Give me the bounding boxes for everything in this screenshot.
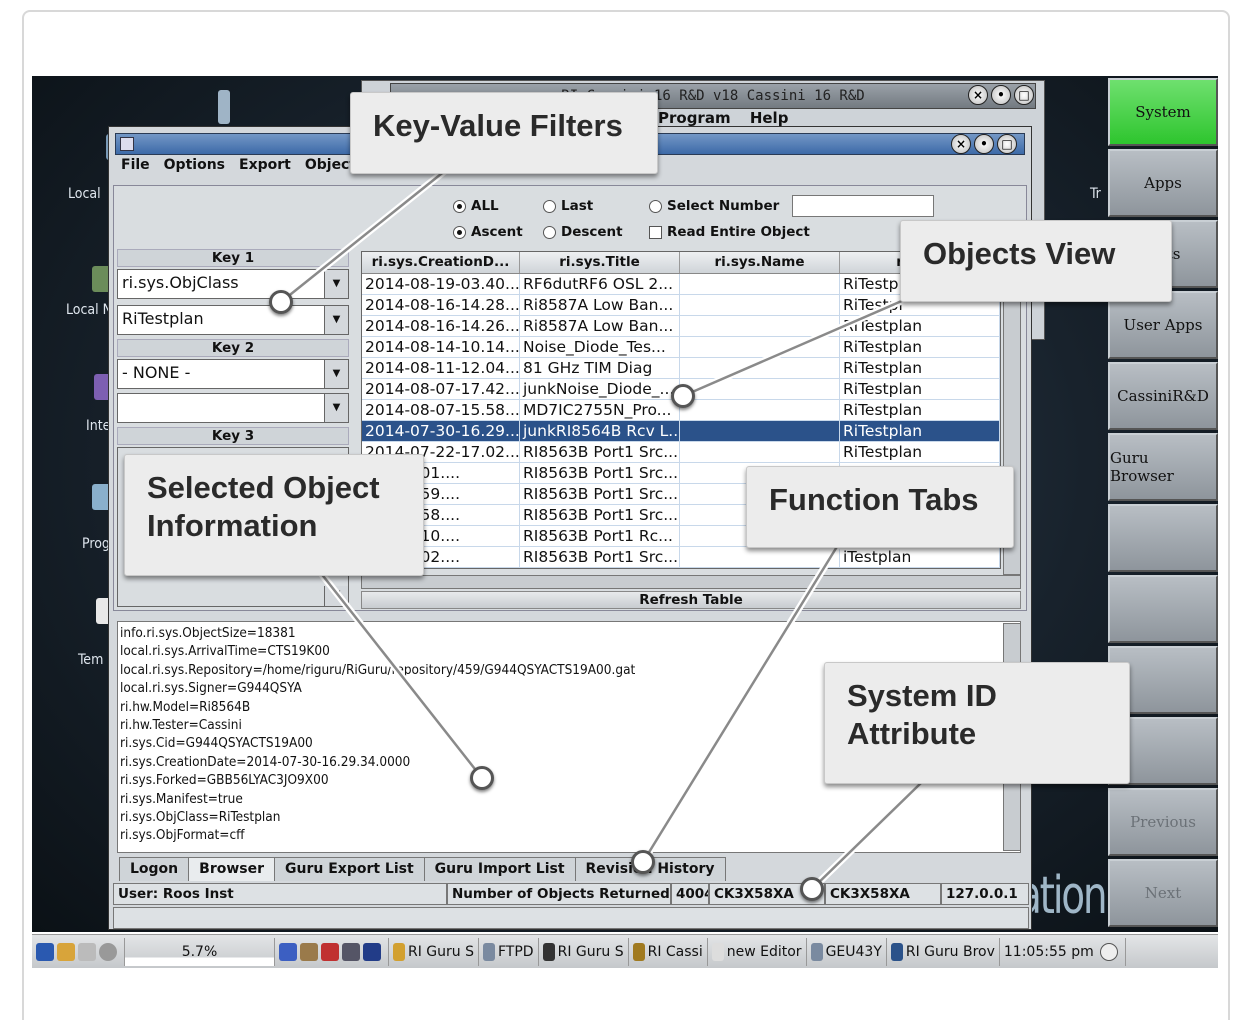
callout-function-tabs: Function Tabs (746, 466, 1014, 548)
callout-pin-system-id (800, 877, 824, 901)
callout-pin-key-value (269, 290, 293, 314)
callout-pin-selected-info (470, 766, 494, 790)
callout-key-value-filters: Key-Value Filters (350, 92, 658, 174)
callout-pin-objects-view (671, 384, 695, 408)
callout-selected-object-information: Selected Object Information (124, 454, 424, 576)
callout-system-id-attribute: System ID Attribute (824, 662, 1130, 784)
callout-pin-function-tabs (631, 850, 655, 874)
callout-objects-view: Objects View (900, 220, 1172, 302)
